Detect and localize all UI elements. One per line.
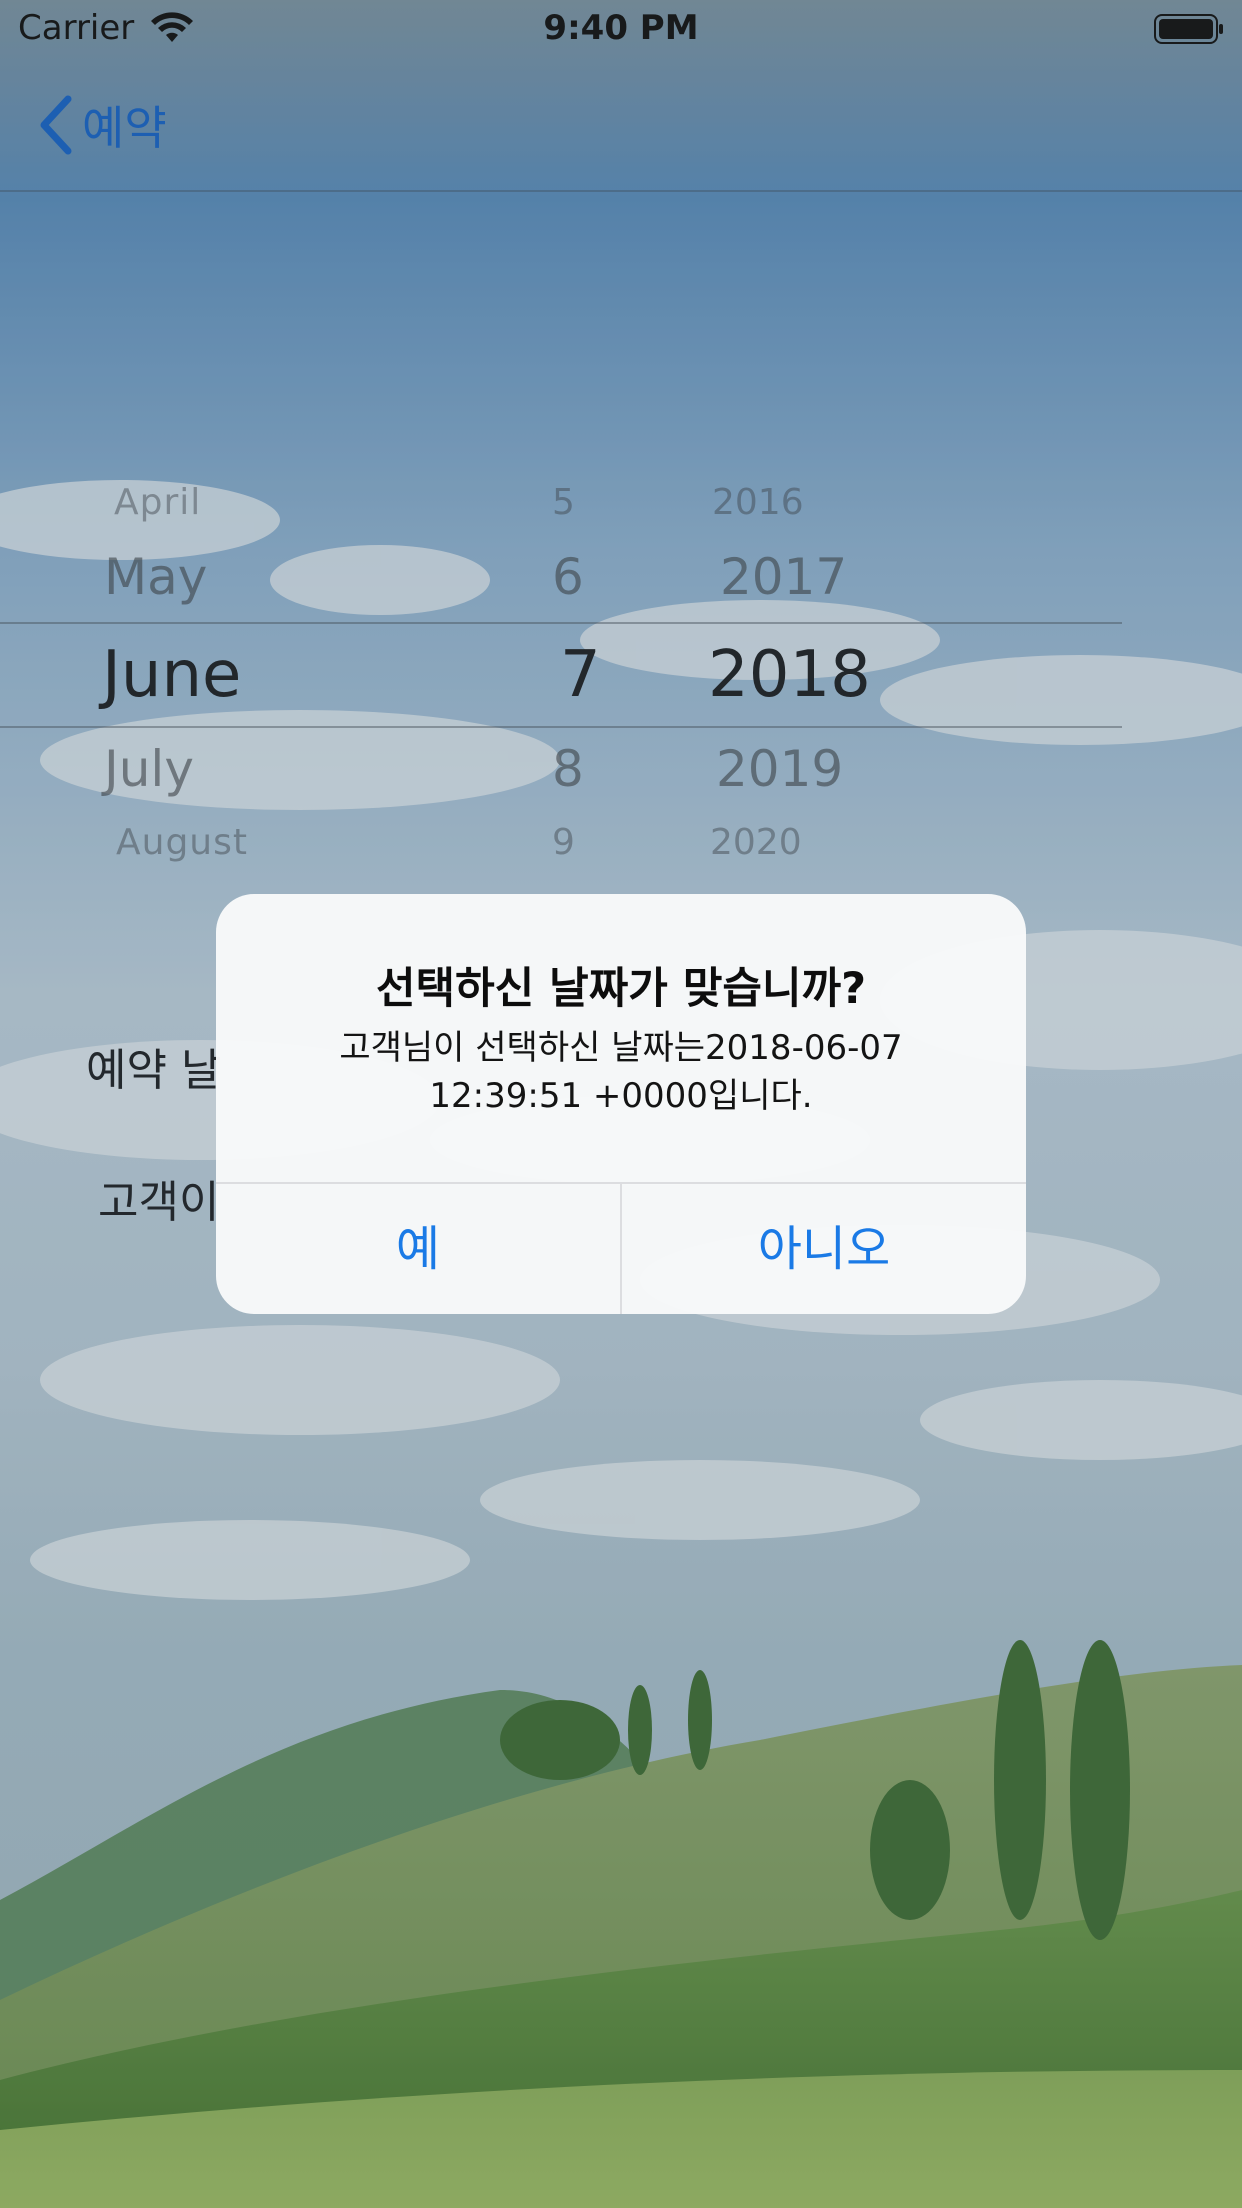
- confirm-date-alert: 선택하신 날짜가 맞습니까? 고객님이 선택하신 날짜는2018-06-07 1…: [216, 894, 1026, 1314]
- alert-title: 선택하신 날짜가 맞습니까?: [375, 964, 867, 1014]
- alert-message-line2: 12:39:51 +0000입니다.: [429, 1076, 813, 1116]
- alert-yes-button[interactable]: 예: [216, 1184, 620, 1314]
- alert-message-line1: 고객님이 선택하신 날짜는2018-06-07: [339, 1028, 903, 1068]
- alert-no-button[interactable]: 아니오: [622, 1184, 1026, 1314]
- alert-message: 고객님이 선택하신 날짜는2018-06-07 12:39:51 +0000입니…: [256, 1024, 986, 1120]
